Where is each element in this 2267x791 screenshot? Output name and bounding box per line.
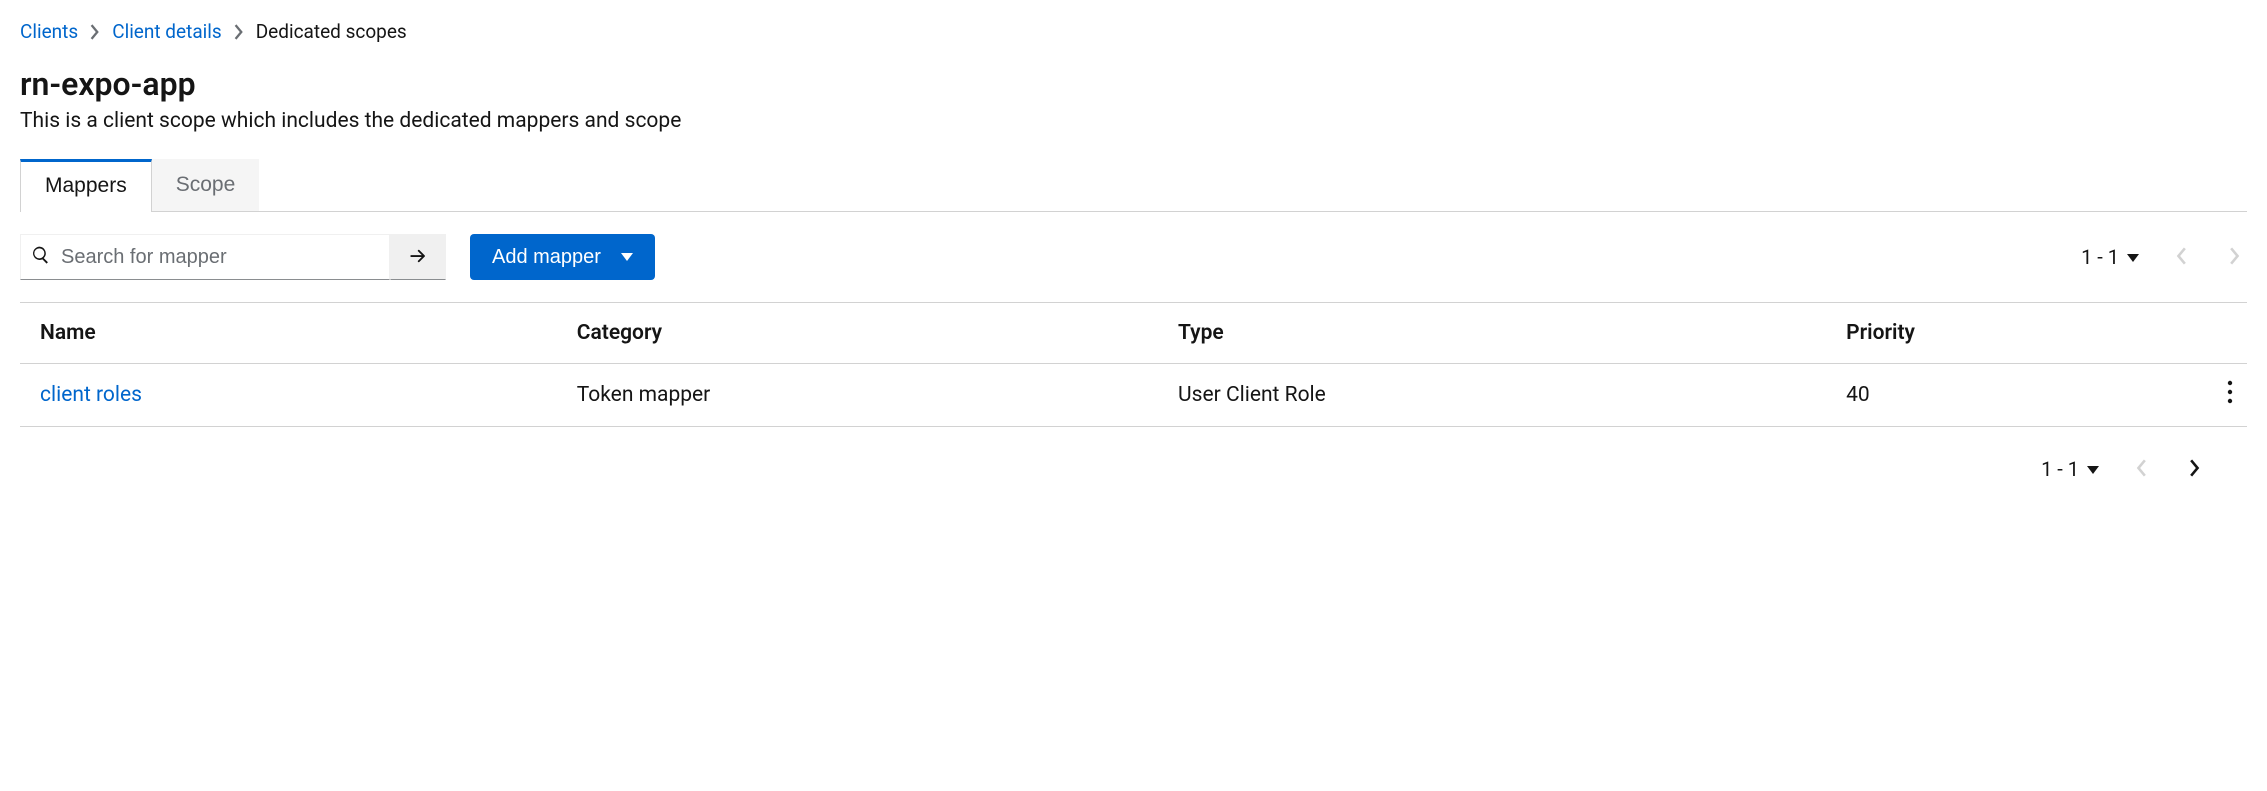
chevron-left-icon	[2175, 247, 2187, 268]
add-mapper-label: Add mapper	[492, 246, 601, 269]
pagination-next-button[interactable]	[2183, 457, 2207, 481]
column-header-category: Category	[577, 303, 1178, 364]
breadcrumb-link-client-details[interactable]: Client details	[112, 20, 222, 43]
page-description: This is a client scope which includes th…	[20, 109, 2247, 133]
pagination-range-label: 1 - 1	[2081, 245, 2119, 269]
mapper-name-link[interactable]: client roles	[20, 364, 577, 427]
search-input[interactable]	[51, 246, 379, 269]
pagination-bottom: 1 - 1	[2041, 457, 2207, 481]
search-icon	[31, 245, 51, 269]
kebab-icon	[2227, 380, 2233, 407]
toolbar: Add mapper 1 - 1	[20, 212, 2247, 302]
chevron-right-icon	[2229, 247, 2241, 268]
add-mapper-button[interactable]: Add mapper	[470, 234, 655, 280]
breadcrumb-link-clients[interactable]: Clients	[20, 20, 78, 43]
mapper-type-cell: User Client Role	[1178, 364, 1846, 427]
chevron-right-icon	[2189, 459, 2201, 480]
arrow-right-icon	[409, 247, 427, 268]
pagination-prev-button[interactable]	[2129, 457, 2153, 481]
mappers-table: Name Category Type Priority client roles…	[20, 302, 2247, 427]
tabs: Mappers Scope	[20, 159, 2247, 212]
breadcrumb: Clients Client details Dedicated scopes	[20, 20, 2247, 43]
column-header-type: Type	[1178, 303, 1846, 364]
tab-scope[interactable]: Scope	[152, 159, 260, 211]
search-box	[20, 234, 390, 280]
column-header-priority: Priority	[1846, 303, 2197, 364]
tab-mappers[interactable]: Mappers	[20, 159, 152, 212]
table-header-row: Name Category Type Priority	[20, 303, 2247, 364]
caret-down-icon	[2087, 457, 2099, 481]
chevron-right-icon	[234, 24, 244, 40]
table-row: client roles Token mapper User Client Ro…	[20, 364, 2247, 427]
pagination-range-label: 1 - 1	[2041, 457, 2079, 481]
pagination-range-dropdown[interactable]: 1 - 1	[2081, 245, 2139, 269]
row-actions-button[interactable]	[2227, 380, 2233, 407]
chevron-left-icon	[2135, 459, 2147, 480]
chevron-right-icon	[90, 24, 100, 40]
page-title: rn-expo-app	[20, 65, 2247, 103]
caret-down-icon	[2127, 245, 2139, 269]
mapper-category-cell: Token mapper	[577, 364, 1178, 427]
breadcrumb-current: Dedicated scopes	[256, 20, 407, 43]
caret-down-icon	[621, 246, 633, 269]
pagination-next-button[interactable]	[2223, 245, 2247, 269]
pagination-prev-button[interactable]	[2169, 245, 2193, 269]
pagination-range-dropdown[interactable]: 1 - 1	[2041, 457, 2099, 481]
mapper-priority-cell: 40	[1846, 364, 2197, 427]
search-group	[20, 234, 446, 280]
column-header-name: Name	[20, 303, 577, 364]
pagination-top: 1 - 1	[2081, 245, 2247, 269]
search-submit-button[interactable]	[390, 234, 446, 280]
